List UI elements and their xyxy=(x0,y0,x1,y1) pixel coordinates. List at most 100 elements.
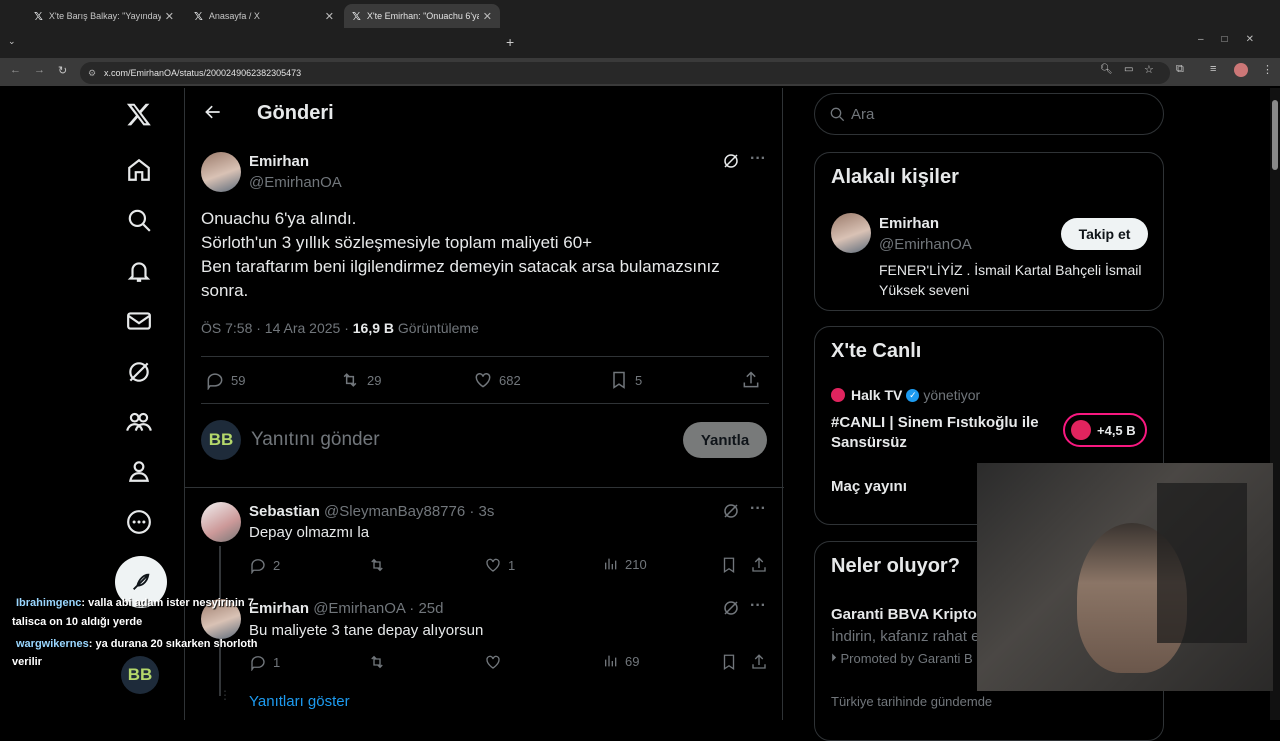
grok-icon[interactable] xyxy=(722,152,740,170)
more-options-icon[interactable]: ··· xyxy=(750,597,766,615)
bookmark-button[interactable]: 5 xyxy=(609,370,642,390)
reply-text: Bu maliyete 3 tane depay alıyorsun xyxy=(249,622,484,639)
reply-author-name[interactable]: Sebastian xyxy=(249,503,320,520)
reply-button[interactable]: 1 xyxy=(249,653,280,671)
post-line: Ben taraftarım beni ilgilendirmez demeyi… xyxy=(201,257,720,300)
cast-icon[interactable]: ▭ xyxy=(1124,64,1133,75)
browser-tab-1[interactable]: 𝕏 X'te Barış Balkay: "Yayındayım. ( ✕ xyxy=(26,4,182,28)
reply-icon xyxy=(251,656,265,671)
repost-icon xyxy=(343,373,357,387)
reply-author-handle[interactable]: @SleymanBay88776 · 3s xyxy=(324,503,494,520)
profile-avatar[interactable] xyxy=(1234,63,1248,77)
related-handle[interactable]: @EmirhanOA xyxy=(879,236,972,253)
reload-icon[interactable]: ↻ xyxy=(58,64,67,77)
extensions-icon[interactable]: ⧉ xyxy=(1176,63,1184,76)
browser-tab-2[interactable]: 𝕏 Anasayfa / X ✕ xyxy=(186,4,342,28)
share-button[interactable] xyxy=(750,556,774,574)
card-title: Neler oluyor? xyxy=(831,555,960,577)
grok-icon[interactable] xyxy=(722,599,740,617)
bookmark-button[interactable] xyxy=(720,556,744,574)
url-field[interactable]: ⚙ x.com/EmirhanOA/status/200024906238230… xyxy=(80,62,1170,84)
like-button[interactable]: 682 xyxy=(473,370,521,390)
back-icon[interactable]: ← xyxy=(10,64,21,76)
live-headline[interactable]: #CANLI | Sinem Fıstıkoğlu ile Sansürsüz xyxy=(831,413,1051,453)
author-avatar[interactable] xyxy=(201,152,241,192)
profile-icon[interactable] xyxy=(123,455,155,487)
communities-icon[interactable] xyxy=(123,406,155,438)
more-options-icon[interactable]: ··· xyxy=(750,500,766,518)
close-icon[interactable]: ✕ xyxy=(165,10,174,23)
author-handle[interactable]: @EmirhanOA xyxy=(249,174,342,191)
tab-search-icon[interactable]: ⌄ xyxy=(8,36,16,47)
new-tab-button[interactable]: + xyxy=(506,34,514,50)
repost-icon xyxy=(371,558,383,572)
more-options-icon[interactable]: ··· xyxy=(750,150,766,168)
grok-icon[interactable] xyxy=(722,502,740,520)
notifications-bell-icon[interactable] xyxy=(123,255,155,287)
views-button[interactable]: 210 xyxy=(603,556,647,572)
reply-avatar[interactable] xyxy=(201,502,241,542)
reply-button[interactable]: 2 xyxy=(249,556,280,574)
composer-avatar: BB xyxy=(201,420,241,460)
views-count: 210 xyxy=(625,556,647,572)
repost-button[interactable] xyxy=(367,653,393,671)
live-next-item[interactable]: Maç yayını xyxy=(831,478,907,495)
related-avatar[interactable] xyxy=(831,213,871,253)
scrollbar-thumb[interactable] xyxy=(1272,100,1278,170)
window-controls[interactable]: –□✕ xyxy=(1198,34,1272,45)
host-name: Halk TV xyxy=(851,387,903,403)
repost-button[interactable]: 29 xyxy=(339,370,381,390)
halktv-logo-icon xyxy=(831,388,845,402)
x-home-logo[interactable] xyxy=(123,98,155,130)
repost-button[interactable] xyxy=(367,556,393,574)
views-button[interactable]: 69 xyxy=(603,653,639,669)
promoted-icon: ⏵ xyxy=(831,652,837,664)
related-name[interactable]: Emirhan xyxy=(879,215,939,232)
bookmark-button[interactable] xyxy=(720,653,744,671)
like-button[interactable] xyxy=(484,653,508,671)
trend-history[interactable]: Türkiye tarihinde gündemde xyxy=(831,694,992,709)
page-title: Gönderi xyxy=(257,102,334,124)
messages-mail-icon[interactable] xyxy=(123,305,155,337)
ad-title[interactable]: Garanti BBVA Kripto xyxy=(831,606,977,623)
bookmark-star-icon[interactable]: ☆ xyxy=(1144,63,1154,76)
feather-icon xyxy=(133,573,150,590)
share-button[interactable] xyxy=(741,370,767,390)
reply-input[interactable]: Yanıtını gönder xyxy=(251,429,380,451)
bookmark-icon xyxy=(723,557,735,574)
author-name[interactable]: Emirhan xyxy=(249,153,309,170)
grok-icon[interactable] xyxy=(123,356,155,388)
follow-button[interactable]: Takip et xyxy=(1061,218,1148,250)
search-icon[interactable] xyxy=(123,204,155,236)
forward-icon[interactable]: → xyxy=(34,64,45,76)
reply-author-name[interactable]: Emirhan xyxy=(249,600,309,617)
zoom-icon[interactable]: 🔍︎ xyxy=(1100,64,1113,75)
back-arrow-icon[interactable] xyxy=(203,102,223,122)
home-icon[interactable] xyxy=(123,154,155,186)
show-replies-link[interactable]: Yanıtları göster xyxy=(249,693,350,710)
post-text: Onuachu 6'ya alındı. Sörloth'un 3 yıllık… xyxy=(201,207,761,303)
views-label: Görüntüleme xyxy=(397,320,479,336)
search-input[interactable]: Ara xyxy=(814,93,1164,135)
browser-tab-3[interactable]: 𝕏 X'te Emirhan: "Onuachu 6'ya alı ✕ xyxy=(344,4,500,28)
search-placeholder: Ara xyxy=(851,105,875,123)
heart-icon xyxy=(486,655,500,669)
post-timestamp[interactable]: ÖS 7:58 · 14 Ara 2025 · xyxy=(201,320,349,336)
account-avatar[interactable]: BB xyxy=(121,656,159,694)
sidebar-icon[interactable]: ≡ xyxy=(1210,63,1216,75)
close-icon[interactable]: ✕ xyxy=(325,10,334,23)
site-info-icon[interactable]: ⚙ xyxy=(88,68,96,79)
live-host[interactable]: Halk TV ✓ yönetiyor xyxy=(831,387,980,403)
tab-title: X'te Barış Balkay: "Yayındayım. ( xyxy=(48,11,161,21)
more-circle-icon[interactable] xyxy=(123,506,155,538)
like-button[interactable]: 1 xyxy=(484,556,515,574)
reply-submit-button[interactable]: Yanıtla xyxy=(683,422,767,458)
reply-author-handle[interactable]: @EmirhanOA · 25d xyxy=(313,600,443,617)
reply-button[interactable]: 59 xyxy=(205,370,245,390)
reply-header: Sebastian @SleymanBay88776 · 3s xyxy=(249,503,494,520)
live-listeners-badge[interactable]: +4,5 B xyxy=(1063,413,1147,447)
share-button[interactable] xyxy=(750,653,774,671)
menu-icon[interactable]: ⋮ xyxy=(1262,63,1273,76)
close-icon[interactable]: ✕ xyxy=(483,10,492,23)
like-count: 1 xyxy=(508,557,516,573)
